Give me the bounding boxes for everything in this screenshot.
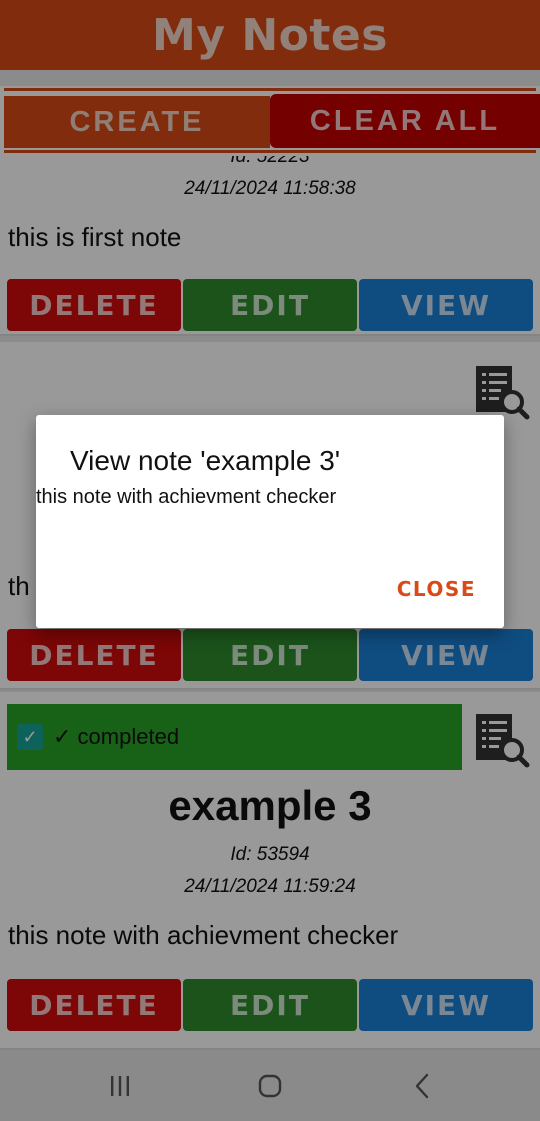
close-button[interactable]: CLOSE [397, 577, 476, 601]
dialog-message: this note with achievment checker [36, 486, 337, 508]
view-note-dialog: View note 'example 3' this note with ach… [36, 415, 504, 628]
dialog-title: View note 'example 3' [70, 445, 341, 476]
app-screen: My Notes CREATE CLEAR ALL Id: 52223 24/1… [0, 0, 540, 1121]
